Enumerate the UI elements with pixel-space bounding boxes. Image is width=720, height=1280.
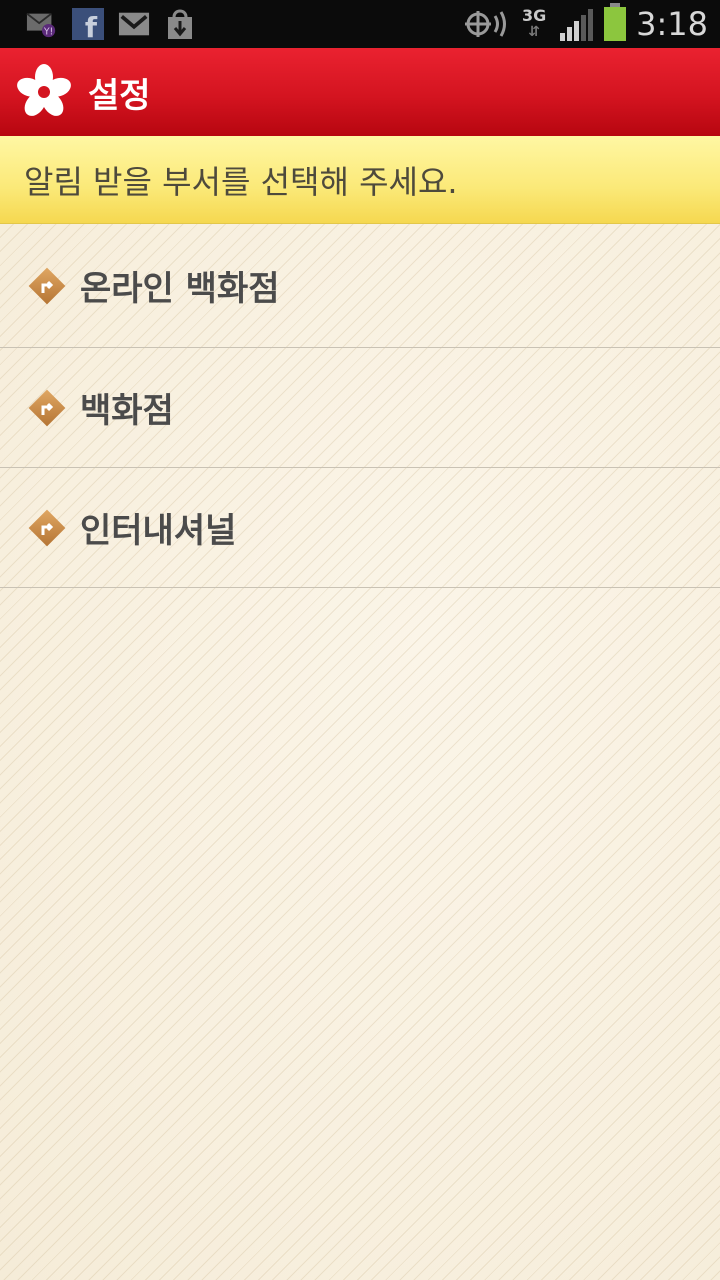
- instruction-banner: 알림 받을 부서를 선택해 주세요.: [0, 136, 720, 224]
- list-item-label: 인터내셔널: [80, 511, 237, 551]
- svg-text:f: f: [85, 11, 98, 40]
- arrow-diamond-icon: [26, 387, 68, 429]
- yahoo-mail-icon: Y!: [26, 8, 58, 40]
- list-item-online-department-store[interactable]: 온라인 백화점: [0, 224, 720, 348]
- status-icons: 3G ⇵ 3:18: [464, 3, 720, 43]
- gps-icon: [464, 8, 510, 40]
- list-item-label: 온라인 백화점: [80, 269, 280, 309]
- list-item-department-store[interactable]: 백화점: [0, 348, 720, 468]
- arrow-diamond-icon: [26, 265, 68, 307]
- instruction-text: 알림 받을 부서를 선택해 주세요.: [24, 162, 458, 201]
- flower-logo-icon: [14, 62, 74, 122]
- arrow-diamond-icon: [26, 507, 68, 549]
- signal-icon: [558, 8, 594, 41]
- clock: 3:18: [636, 5, 708, 43]
- status-bar: Y! f 3G ⇵ 3:18: [0, 0, 720, 48]
- app-bar: 설정: [0, 48, 720, 136]
- department-list: 온라인 백화점 백화점 인터내셔널: [0, 224, 720, 1280]
- notification-icons: Y! f: [0, 8, 196, 40]
- download-icon: [164, 8, 196, 40]
- network-type-label: 3G: [522, 6, 547, 25]
- battery-icon: [604, 3, 627, 41]
- gmail-icon: [118, 8, 150, 40]
- list-item-international[interactable]: 인터내셔널: [0, 468, 720, 588]
- list-item-label: 백화점: [80, 391, 174, 431]
- 3g-icon: 3G ⇵: [522, 6, 547, 40]
- facebook-icon: f: [72, 8, 104, 40]
- page-title: 설정: [88, 75, 151, 116]
- svg-text:Y!: Y!: [43, 26, 54, 37]
